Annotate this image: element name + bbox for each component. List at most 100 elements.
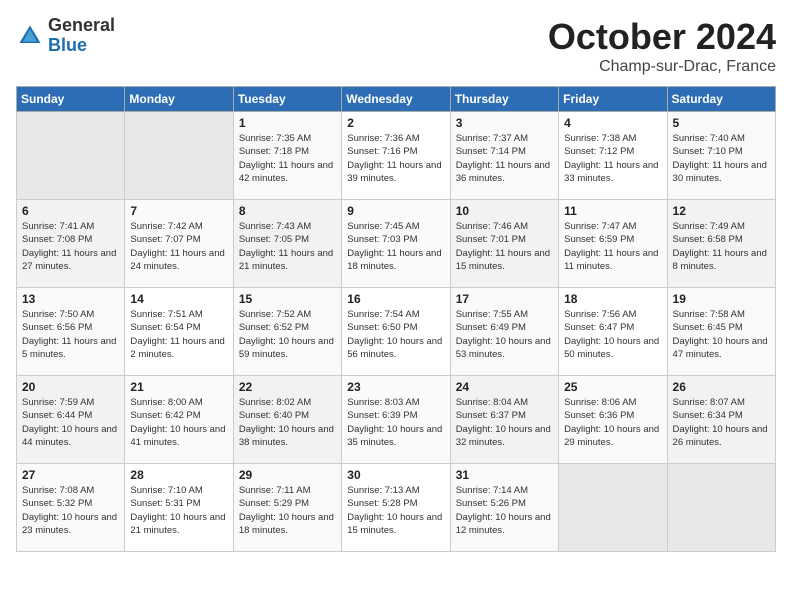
calendar-cell: 2 Sunrise: 7:36 AM Sunset: 7:16 PM Daylig… [342,112,450,200]
day-info: Sunrise: 8:07 AM Sunset: 6:34 PM Dayligh… [673,396,770,449]
day-number: 13 [22,292,119,306]
day-info: Sunrise: 7:58 AM Sunset: 6:45 PM Dayligh… [673,308,770,361]
day-number: 29 [239,468,336,482]
day-number: 19 [673,292,770,306]
calendar-cell: 4 Sunrise: 7:38 AM Sunset: 7:12 PM Daylig… [559,112,667,200]
day-info: Sunrise: 7:47 AM Sunset: 6:59 PM Dayligh… [564,220,661,273]
day-number: 4 [564,116,661,130]
day-info: Sunrise: 7:14 AM Sunset: 5:26 PM Dayligh… [456,484,553,537]
week-row-1: 1Sunrise: 7:35 AM Sunset: 7:18 PM Daylig… [17,112,776,200]
calendar-cell: 14 Sunrise: 7:51 AM Sunset: 6:54 PM Dayli… [125,288,233,376]
weekday-header-monday: Monday [125,87,233,112]
week-row-4: 20 Sunrise: 7:59 AM Sunset: 6:44 PM Dayli… [17,376,776,464]
day-number: 31 [456,468,553,482]
day-number: 11 [564,204,661,218]
day-number: 30 [347,468,444,482]
day-info: Sunrise: 7:43 AM Sunset: 7:05 PM Dayligh… [239,220,336,273]
day-info: Sunrise: 7:45 AM Sunset: 7:03 PM Dayligh… [347,220,444,273]
calendar-cell [667,464,775,552]
calendar-cell: 9 Sunrise: 7:45 AM Sunset: 7:03 PM Daylig… [342,200,450,288]
day-number: 24 [456,380,553,394]
calendar-cell: 8 Sunrise: 7:43 AM Sunset: 7:05 PM Daylig… [233,200,341,288]
calendar-cell: 26 Sunrise: 8:07 AM Sunset: 6:34 PM Dayli… [667,376,775,464]
calendar-cell: 1Sunrise: 7:35 AM Sunset: 7:18 PM Daylig… [233,112,341,200]
day-info: Sunrise: 7:51 AM Sunset: 6:54 PM Dayligh… [130,308,227,361]
day-info: Sunrise: 8:00 AM Sunset: 6:42 PM Dayligh… [130,396,227,449]
day-number: 14 [130,292,227,306]
calendar-cell: 11 Sunrise: 7:47 AM Sunset: 6:59 PM Dayli… [559,200,667,288]
day-number: 8 [239,204,336,218]
calendar-cell: 15 Sunrise: 7:52 AM Sunset: 6:52 PM Dayli… [233,288,341,376]
day-info: Sunrise: 8:03 AM Sunset: 6:39 PM Dayligh… [347,396,444,449]
calendar-table: SundayMondayTuesdayWednesdayThursdayFrid… [16,86,776,552]
calendar-cell: 10 Sunrise: 7:46 AM Sunset: 7:01 PM Dayli… [450,200,558,288]
day-number: 26 [673,380,770,394]
day-info: Sunrise: 7:54 AM Sunset: 6:50 PM Dayligh… [347,308,444,361]
calendar-cell: 23Sunrise: 8:03 AM Sunset: 6:39 PM Dayli… [342,376,450,464]
day-info: Sunrise: 8:02 AM Sunset: 6:40 PM Dayligh… [239,396,336,449]
page-header: General Blue October 2024 Champ-sur-Drac… [16,16,776,76]
day-info: Sunrise: 7:49 AM Sunset: 6:58 PM Dayligh… [673,220,770,273]
calendar-cell: 22 Sunrise: 8:02 AM Sunset: 6:40 PM Dayli… [233,376,341,464]
day-number: 12 [673,204,770,218]
calendar-cell: 5Sunrise: 7:40 AM Sunset: 7:10 PM Daylig… [667,112,775,200]
day-number: 28 [130,468,227,482]
day-number: 21 [130,380,227,394]
calendar-cell: 25 Sunrise: 8:06 AM Sunset: 6:36 PM Dayli… [559,376,667,464]
day-info: Sunrise: 7:52 AM Sunset: 6:52 PM Dayligh… [239,308,336,361]
calendar-cell: 3 Sunrise: 7:37 AM Sunset: 7:14 PM Daylig… [450,112,558,200]
weekday-header-sunday: Sunday [17,87,125,112]
day-number: 16 [347,292,444,306]
day-info: Sunrise: 7:08 AM Sunset: 5:32 PM Dayligh… [22,484,119,537]
day-number: 18 [564,292,661,306]
day-info: Sunrise: 7:37 AM Sunset: 7:14 PM Dayligh… [456,132,553,185]
day-info: Sunrise: 7:11 AM Sunset: 5:29 PM Dayligh… [239,484,336,537]
calendar-cell [125,112,233,200]
day-number: 15 [239,292,336,306]
day-number: 2 [347,116,444,130]
weekday-header-row: SundayMondayTuesdayWednesdayThursdayFrid… [17,87,776,112]
logo-icon [16,22,44,50]
day-number: 22 [239,380,336,394]
location-subtitle: Champ-sur-Drac, France [548,58,776,76]
week-row-2: 6Sunrise: 7:41 AM Sunset: 7:08 PM Daylig… [17,200,776,288]
logo-general-text: General [48,15,115,35]
day-info: Sunrise: 7:59 AM Sunset: 6:44 PM Dayligh… [22,396,119,449]
day-info: Sunrise: 7:36 AM Sunset: 7:16 PM Dayligh… [347,132,444,185]
day-number: 27 [22,468,119,482]
calendar-cell: 21 Sunrise: 8:00 AM Sunset: 6:42 PM Dayli… [125,376,233,464]
day-info: Sunrise: 7:55 AM Sunset: 6:49 PM Dayligh… [456,308,553,361]
calendar-cell [559,464,667,552]
calendar-cell: 13Sunrise: 7:50 AM Sunset: 6:56 PM Dayli… [17,288,125,376]
month-title: October 2024 [548,16,776,58]
calendar-cell: 28Sunrise: 7:10 AM Sunset: 5:31 PM Dayli… [125,464,233,552]
day-info: Sunrise: 8:04 AM Sunset: 6:37 PM Dayligh… [456,396,553,449]
day-info: Sunrise: 8:06 AM Sunset: 6:36 PM Dayligh… [564,396,661,449]
weekday-header-wednesday: Wednesday [342,87,450,112]
day-number: 20 [22,380,119,394]
calendar-cell: 29 Sunrise: 7:11 AM Sunset: 5:29 PM Dayli… [233,464,341,552]
day-number: 6 [22,204,119,218]
calendar-cell: 16 Sunrise: 7:54 AM Sunset: 6:50 PM Dayli… [342,288,450,376]
day-number: 9 [347,204,444,218]
calendar-cell: 24 Sunrise: 8:04 AM Sunset: 6:37 PM Dayli… [450,376,558,464]
title-block: October 2024 Champ-sur-Drac, France [548,16,776,76]
logo-blue-text: Blue [48,35,87,55]
weekday-header-saturday: Saturday [667,87,775,112]
day-info: Sunrise: 7:56 AM Sunset: 6:47 PM Dayligh… [564,308,661,361]
week-row-5: 27 Sunrise: 7:08 AM Sunset: 5:32 PM Dayli… [17,464,776,552]
day-info: Sunrise: 7:38 AM Sunset: 7:12 PM Dayligh… [564,132,661,185]
day-info: Sunrise: 7:13 AM Sunset: 5:28 PM Dayligh… [347,484,444,537]
calendar-cell: 19 Sunrise: 7:58 AM Sunset: 6:45 PM Dayli… [667,288,775,376]
day-info: Sunrise: 7:42 AM Sunset: 7:07 PM Dayligh… [130,220,227,273]
day-number: 10 [456,204,553,218]
week-row-3: 13Sunrise: 7:50 AM Sunset: 6:56 PM Dayli… [17,288,776,376]
calendar-cell: 18 Sunrise: 7:56 AM Sunset: 6:47 PM Dayli… [559,288,667,376]
calendar-cell: 7Sunrise: 7:42 AM Sunset: 7:07 PM Daylig… [125,200,233,288]
day-number: 25 [564,380,661,394]
day-number: 3 [456,116,553,130]
calendar-cell: 6Sunrise: 7:41 AM Sunset: 7:08 PM Daylig… [17,200,125,288]
day-info: Sunrise: 7:35 AM Sunset: 7:18 PM Dayligh… [239,132,336,185]
calendar-cell: 20 Sunrise: 7:59 AM Sunset: 6:44 PM Dayli… [17,376,125,464]
day-info: Sunrise: 7:46 AM Sunset: 7:01 PM Dayligh… [456,220,553,273]
